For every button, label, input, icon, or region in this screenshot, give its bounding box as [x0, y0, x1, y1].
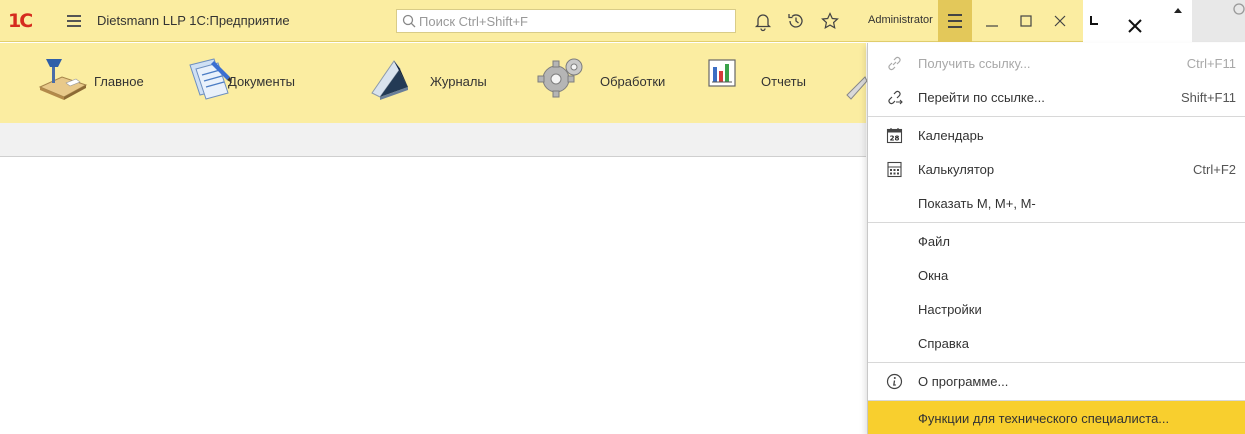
section-documents[interactable]: Документы: [184, 43, 344, 123]
info-icon: [886, 373, 903, 390]
calculator-icon: [887, 161, 902, 178]
desk-lamp-icon: [38, 59, 88, 100]
partial-section-icon: [846, 76, 867, 100]
menu-item-label: Окна: [918, 268, 949, 283]
command-bar: [0, 123, 866, 157]
menu-item-label: Функции для технического специалиста...: [918, 411, 1170, 426]
star-icon[interactable]: [819, 10, 841, 32]
menu-item-label: Файл: [918, 234, 950, 249]
section-label: Отчеты: [761, 74, 806, 89]
menu-item-label: Справка: [918, 336, 969, 351]
menu-item-label: Перейти по ссылке...: [918, 90, 1045, 105]
section-label: Журналы: [430, 74, 487, 89]
menu-item-windows[interactable]: Окна: [868, 258, 1245, 292]
bell-icon[interactable]: [752, 10, 774, 32]
menu-item-label: Калькулятор: [918, 162, 995, 177]
history-icon[interactable]: [785, 10, 807, 32]
menu-item-go-to-link[interactable]: Перейти по ссылке... Shift+F11: [868, 80, 1245, 114]
menu-item-shortcut: Shift+F11: [1180, 90, 1236, 105]
report-chart-icon: [708, 59, 736, 87]
menu-separator: [868, 116, 1245, 117]
menu-item-file[interactable]: Файл: [868, 224, 1245, 258]
minimize-icon: [986, 25, 998, 27]
menu-item-shortcut: Ctrl+F2: [1193, 162, 1236, 177]
link-go-icon: [888, 90, 903, 105]
menu-item-show-memory[interactable]: Показать М, М+, М-: [868, 186, 1245, 220]
close-icon[interactable]: [1127, 18, 1143, 34]
menu-item-shortcut: Ctrl+F11: [1186, 56, 1236, 71]
sections-panel: Главное Документы Журналы Обработки Отче…: [0, 43, 867, 123]
corner-icon: [1090, 16, 1098, 25]
section-reports[interactable]: Отчеты: [708, 43, 828, 123]
calendar-icon-date: 28: [890, 135, 900, 143]
menu-item-calendar[interactable]: 28 Календарь: [868, 118, 1245, 152]
maximize-icon: [1020, 15, 1032, 27]
menu-item-calculator[interactable]: Калькулятор Ctrl+F2: [868, 152, 1245, 186]
app-title: Dietsmann LLP 1С:Предприятие: [97, 13, 290, 28]
journals-icon: [371, 60, 408, 100]
title-bar: 1С Dietsmann LLP 1С:Предприятие Поиск Ct…: [0, 0, 1245, 42]
section-main[interactable]: Главное: [36, 43, 166, 123]
background-panel: [1192, 0, 1245, 42]
main-menu-dropdown: Получить ссылку... Ctrl+F11 Перейти по с…: [867, 43, 1245, 434]
hamburger-menu-icon[interactable]: [65, 12, 83, 30]
section-label: Главное: [94, 74, 144, 89]
menu-item-label: Показать М, М+, М-: [918, 196, 1036, 211]
section-label: Документы: [228, 74, 296, 89]
menu-item-settings[interactable]: Настройки: [868, 292, 1245, 326]
calendar-icon: 28: [886, 128, 903, 144]
search-placeholder: Поиск Ctrl+Shift+F: [419, 14, 528, 29]
search-icon: [402, 14, 416, 28]
section-journals[interactable]: Журналы: [368, 43, 518, 123]
link-icon: [888, 56, 901, 71]
menu-separator: [868, 362, 1245, 363]
scroll-up-icon[interactable]: [1171, 4, 1185, 18]
close-button[interactable]: [1044, 0, 1076, 42]
menu-item-help[interactable]: Справка: [868, 326, 1245, 360]
menu-item-about[interactable]: О программе...: [868, 364, 1245, 398]
minimize-button[interactable]: [976, 0, 1008, 42]
menu-item-label: Получить ссылку...: [918, 56, 1031, 71]
section-processing[interactable]: Обработки: [536, 43, 696, 123]
gear-icon: [537, 58, 583, 98]
main-menu-button[interactable]: [938, 0, 972, 42]
maximize-button[interactable]: [1010, 0, 1042, 42]
search-icon: [1233, 3, 1245, 15]
app-logo[interactable]: 1С: [8, 11, 33, 31]
menu-separator: [868, 222, 1245, 223]
menu-item-label: Настройки: [918, 302, 982, 317]
close-icon: [1054, 15, 1066, 27]
menu-item-label: О программе...: [918, 374, 1009, 389]
user-name[interactable]: Administrator: [868, 14, 933, 26]
menu-item-label: Календарь: [918, 128, 984, 143]
menu-item-get-link[interactable]: Получить ссылку... Ctrl+F11: [868, 46, 1245, 80]
section-label: Обработки: [600, 74, 666, 89]
search-input[interactable]: Поиск Ctrl+Shift+F: [396, 9, 736, 33]
menu-item-tech-specialist-functions[interactable]: Функции для технического специалиста...: [868, 401, 1245, 434]
